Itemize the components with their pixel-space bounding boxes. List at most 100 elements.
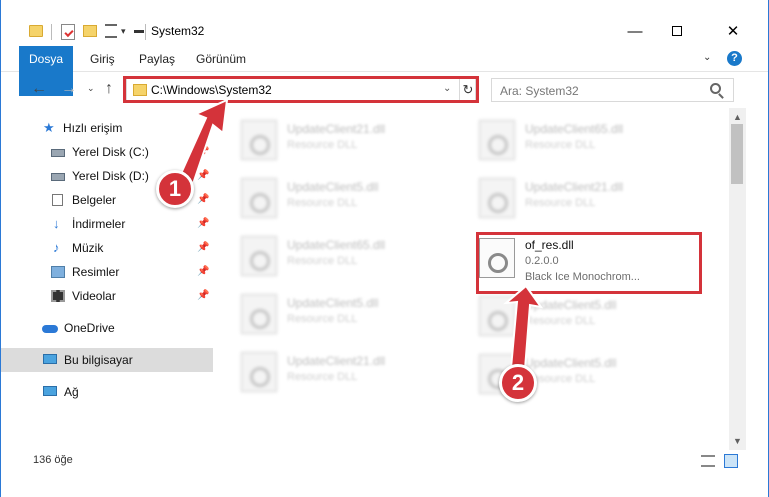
details-view-icon[interactable] — [701, 455, 715, 467]
large-icons-view-icon[interactable] — [724, 454, 738, 468]
file-item[interactable]: UpdateClient5.dll Resource DLL — [219, 174, 449, 224]
sidebar-item-videos[interactable]: Videolar 📌 — [1, 284, 213, 308]
file-name: UpdateClient65.dll — [287, 238, 386, 252]
tab-share[interactable]: Paylaş — [128, 46, 186, 72]
file-name: UpdateClient5.dll — [287, 296, 379, 310]
sidebar-item-label: Yerel Disk (C:) — [72, 145, 149, 159]
file-description: Resource DLL — [287, 371, 358, 383]
file-description: Resource DLL — [525, 197, 596, 209]
dll-file-icon — [479, 120, 515, 160]
tab-home[interactable]: Giriş — [79, 46, 126, 72]
computer-icon — [43, 354, 57, 364]
window-title: System32 — [151, 24, 205, 38]
expand-ribbon-icon[interactable]: ⌄ — [703, 52, 711, 63]
sidebar-item-downloads[interactable]: ↓ İndirmeler 📌 — [1, 212, 213, 236]
sidebar-item-label: Resimler — [72, 265, 120, 279]
sidebar-item-pictures[interactable]: Resimler 📌 — [1, 260, 213, 284]
folder-icon — [29, 25, 43, 37]
file-item[interactable]: UpdateClient65.dll Resource DLL — [457, 116, 687, 166]
star-icon: ★ — [43, 120, 55, 135]
pin-icon[interactable]: 📌 — [197, 188, 209, 212]
sidebar-item-label: Bu bilgisayar — [64, 353, 133, 367]
file-description: Resource DLL — [287, 313, 358, 325]
navigation-pane: ★ Hızlı erişim Yerel Disk (C:) 📌 Yerel D… — [1, 112, 213, 442]
address-highlight-box — [123, 76, 479, 103]
vertical-scrollbar[interactable]: ▲ ▼ — [729, 108, 746, 450]
search-icon[interactable] — [710, 83, 721, 94]
item-count: 136 öğe — [33, 454, 73, 466]
sidebar-item-label: OneDrive — [64, 321, 115, 335]
file-highlight-box — [476, 232, 702, 294]
new-folder-icon[interactable] — [83, 25, 97, 37]
customize-toolbar-icon[interactable]: ▬ — [134, 25, 144, 36]
documents-icon — [52, 194, 63, 206]
pin-icon[interactable]: 📌 — [197, 284, 209, 308]
file-item[interactable]: UpdateClient21.dll Resource DLL — [219, 348, 449, 398]
file-item[interactable]: UpdateClient21.dll Resource DLL — [219, 116, 449, 166]
pin-icon[interactable]: 📌 — [197, 260, 209, 284]
sidebar-item-label: Yerel Disk (D:) — [72, 169, 149, 183]
step-1-badge: 1 — [156, 170, 194, 208]
file-name: UpdateClient5.dll — [525, 298, 617, 312]
file-description: Resource DLL — [287, 197, 358, 209]
file-item[interactable]: UpdateClient5.dll Resource DLL — [457, 292, 687, 342]
chevron-down-icon[interactable]: ▾ — [121, 26, 126, 37]
sidebar-item-network[interactable]: Ağ — [1, 380, 213, 404]
file-name: UpdateClient65.dll — [525, 122, 624, 136]
dll-file-icon — [241, 352, 277, 392]
sidebar-item-label: Ağ — [64, 385, 79, 399]
sidebar-item-label: Videolar — [72, 289, 116, 303]
help-icon[interactable]: ? — [727, 51, 742, 66]
up-button[interactable]: ↑ — [105, 80, 113, 98]
tab-view[interactable]: Görünüm — [185, 46, 257, 72]
pin-icon[interactable]: 📌 — [197, 140, 209, 164]
drive-icon — [51, 149, 65, 157]
maximize-button[interactable] — [657, 18, 697, 46]
sidebar-item-this-pc[interactable]: Bu bilgisayar — [1, 348, 213, 372]
videos-icon — [51, 290, 65, 302]
dll-file-icon — [241, 120, 277, 160]
dll-file-icon — [479, 296, 515, 336]
file-name: UpdateClient21.dll — [287, 354, 386, 368]
dll-file-icon — [241, 294, 277, 334]
file-name: UpdateClient5.dll — [287, 180, 379, 194]
file-item[interactable]: UpdateClient65.dll Resource DLL — [219, 232, 449, 282]
file-description: Resource DLL — [525, 139, 596, 151]
file-name: UpdateClient21.dll — [287, 122, 386, 136]
view-icon[interactable] — [105, 24, 117, 38]
scrollbar-thumb[interactable] — [731, 124, 743, 184]
sidebar-item-quick-access[interactable]: ★ Hızlı erişim — [1, 116, 213, 140]
title-bar: ▾ ▬ System32 — ✕ — [1, 0, 768, 46]
close-button[interactable]: ✕ — [713, 18, 753, 46]
file-name: UpdateClient21.dll — [525, 180, 624, 194]
scroll-up-icon[interactable]: ▲ — [733, 112, 742, 122]
dll-file-icon — [479, 178, 515, 218]
dll-file-icon — [241, 236, 277, 276]
cloud-icon — [42, 325, 58, 333]
scroll-down-icon[interactable]: ▼ — [733, 436, 742, 446]
recent-locations-button[interactable]: ⌄ — [87, 83, 95, 94]
title-divider — [145, 24, 146, 40]
sidebar-item-local-disk-c[interactable]: Yerel Disk (C:) 📌 — [1, 140, 213, 164]
step-2-badge: 2 — [499, 364, 537, 402]
status-bar: 136 öğe — [1, 450, 768, 472]
minimize-button[interactable]: — — [615, 18, 655, 46]
back-button[interactable]: ← — [31, 80, 47, 98]
file-item[interactable]: UpdateClient5.dll Resource DLL — [457, 350, 687, 400]
pin-icon[interactable]: 📌 — [197, 212, 209, 236]
search-input[interactable]: Ara: System32 — [491, 78, 734, 102]
sidebar-item-music[interactable]: ♪ Müzik 📌 — [1, 236, 213, 260]
file-item[interactable]: UpdateClient5.dll Resource DLL — [219, 290, 449, 340]
properties-icon[interactable] — [61, 24, 75, 40]
toolbar-divider — [51, 24, 52, 40]
pin-icon[interactable]: 📌 — [197, 236, 209, 260]
download-icon: ↓ — [53, 216, 60, 231]
forward-button[interactable]: → — [61, 80, 77, 98]
network-icon — [43, 386, 57, 396]
search-placeholder: Ara: System32 — [500, 84, 579, 98]
sidebar-item-onedrive[interactable]: OneDrive — [1, 316, 213, 340]
file-description: Resource DLL — [287, 255, 358, 267]
pin-icon[interactable]: 📌 — [197, 164, 209, 188]
sidebar-item-label: İndirmeler — [72, 217, 126, 231]
file-item[interactable]: UpdateClient21.dll Resource DLL — [457, 174, 687, 224]
